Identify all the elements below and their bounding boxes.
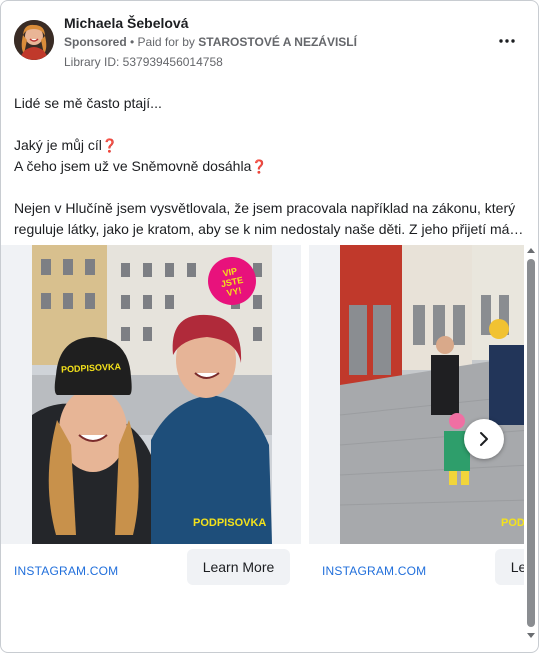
carousel-image[interactable]: POD bbox=[309, 245, 524, 544]
card-domain[interactable]: INSTAGRAM.COM bbox=[14, 564, 118, 578]
watermark-text: POD bbox=[501, 517, 524, 529]
learn-more-button[interactable]: Learn More bbox=[495, 549, 524, 585]
sponsor-line: Sponsored • Paid for by STAROSTOVÉ A NEZ… bbox=[64, 35, 357, 49]
carousel-card[interactable]: VIP JSTE VY! PODPISOVKA PODPISOVKA INSTA… bbox=[1, 245, 301, 595]
more-options-button[interactable] bbox=[495, 31, 519, 51]
post-body: Lidé se mě často ptají... Jaký je můj cí… bbox=[14, 93, 529, 240]
post-line: Lidé se mě často ptají... bbox=[14, 95, 162, 111]
library-id: Library ID: 537939456014758 bbox=[64, 55, 223, 69]
advertiser-name[interactable]: Michaela Šebelová bbox=[64, 15, 189, 31]
question-mark-icon: ❓ bbox=[251, 159, 268, 174]
watermark-text: PODPISOVKA bbox=[193, 517, 267, 529]
scroll-up-arrow-icon[interactable] bbox=[527, 247, 535, 255]
sponsored-label: Sponsored bbox=[64, 35, 127, 49]
carousel-next-button[interactable] bbox=[464, 419, 504, 459]
chevron-right-icon bbox=[480, 432, 488, 446]
carousel-image[interactable]: VIP JSTE VY! PODPISOVKA PODPISOVKA bbox=[1, 245, 301, 544]
scrollbar-thumb[interactable] bbox=[527, 259, 535, 627]
post-line: A čeho jsem už ve Sněmovně dosáhla❓ bbox=[14, 158, 268, 174]
payer-name: STAROSTOVÉ A NEZÁVISLÍ bbox=[198, 35, 357, 49]
card-domain[interactable]: INSTAGRAM.COM bbox=[322, 564, 426, 578]
more-horizontal-icon bbox=[499, 39, 515, 43]
ad-card: Michaela Šebelová Sponsored • Paid for b… bbox=[0, 0, 539, 653]
advertiser-avatar[interactable] bbox=[14, 20, 54, 60]
post-line: Jaký je můj cíl❓ bbox=[14, 137, 119, 153]
paid-for-prefix: • Paid for by bbox=[130, 35, 195, 49]
post-line: Nejen v Hlučíně jsem vysvětlovala, že js… bbox=[14, 200, 516, 216]
vertical-scrollbar[interactable] bbox=[525, 247, 537, 642]
post-line: reguluje látky, jako je kratom, aby se k… bbox=[14, 221, 529, 237]
learn-more-button[interactable]: Learn More bbox=[187, 549, 290, 585]
carousel: VIP JSTE VY! PODPISOVKA PODPISOVKA INSTA… bbox=[1, 245, 524, 595]
question-mark-icon: ❓ bbox=[101, 138, 119, 153]
scroll-down-arrow-icon[interactable] bbox=[527, 631, 535, 639]
